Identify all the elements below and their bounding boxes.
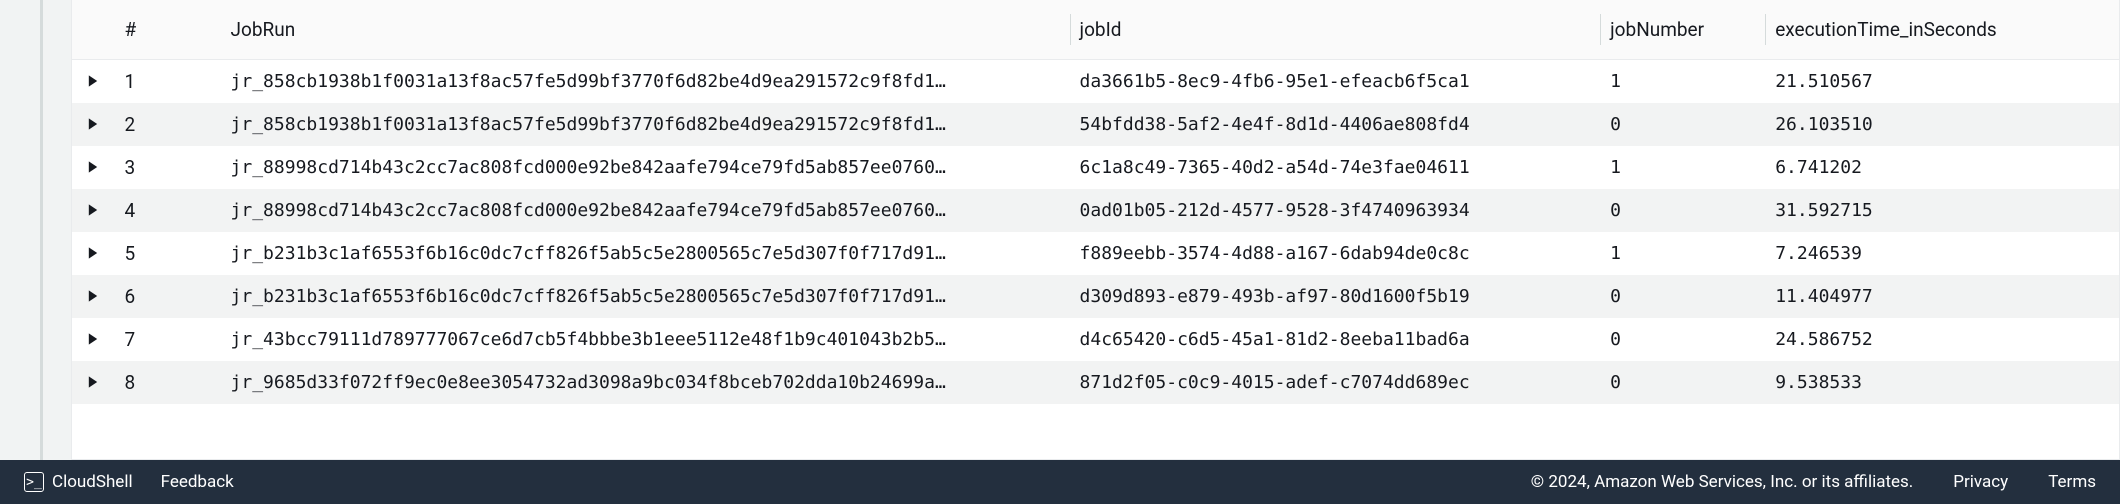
table-row: 2jr_858cb1938b1f0031a13f8ac57fe5d99bf377… — [72, 103, 2119, 146]
cell-jobrun: jr_88998cd714b43c2cc7ac808fcd000e92be842… — [221, 189, 1070, 232]
expand-row-icon[interactable] — [72, 189, 114, 232]
cell-jobnumber: 1 — [1600, 60, 1765, 104]
expand-row-icon[interactable] — [72, 60, 114, 104]
cell-jobid: d309d893-e879-493b-af97-80d1600f5b19 — [1070, 275, 1601, 318]
cloudshell-link[interactable]: >_ CloudShell — [24, 472, 133, 492]
col-jobnumber[interactable]: jobNumber — [1600, 0, 1765, 60]
col-jobrun[interactable]: JobRun — [221, 0, 1070, 60]
cell-jobnumber: 1 — [1600, 232, 1765, 275]
expand-row-icon[interactable] — [72, 146, 114, 189]
cell-exectime: 26.103510 — [1765, 103, 2119, 146]
cell-index: 6 — [114, 275, 220, 318]
expand-row-icon[interactable] — [72, 318, 114, 361]
table-row: 7jr_43bcc79111d789777067ce6d7cb5f4bbbe3b… — [72, 318, 2119, 361]
expand-row-icon[interactable] — [72, 275, 114, 318]
cloudshell-label: CloudShell — [52, 472, 133, 492]
cell-index: 3 — [114, 146, 220, 189]
expand-row-icon[interactable] — [72, 361, 114, 404]
cell-jobid: f889eebb-3574-4d88-a167-6dab94de0c8c — [1070, 232, 1601, 275]
cell-jobid: 0ad01b05-212d-4577-9528-3f4740963934 — [1070, 189, 1601, 232]
cell-exectime: 24.586752 — [1765, 318, 2119, 361]
cell-jobrun: jr_88998cd714b43c2cc7ac808fcd000e92be842… — [221, 146, 1070, 189]
cell-index: 7 — [114, 318, 220, 361]
cell-exectime: 21.510567 — [1765, 60, 2119, 104]
cell-index: 5 — [114, 232, 220, 275]
table-scroll[interactable]: # JobRun jobId jobNumber executionTime_i… — [72, 0, 2119, 404]
cell-index: 8 — [114, 361, 220, 404]
cell-index: 2 — [114, 103, 220, 146]
left-rule — [40, 0, 43, 460]
console-footer: >_ CloudShell Feedback © 2024, Amazon We… — [0, 460, 2120, 504]
table-row: 5jr_b231b3c1af6553f6b16c0dc7cff826f5ab5c… — [72, 232, 2119, 275]
col-expand — [72, 0, 114, 60]
table-row: 1jr_858cb1938b1f0031a13f8ac57fe5d99bf377… — [72, 60, 2119, 104]
cell-jobnumber: 0 — [1600, 275, 1765, 318]
cell-index: 4 — [114, 189, 220, 232]
cell-exectime: 11.404977 — [1765, 275, 2119, 318]
col-index[interactable]: # — [114, 0, 220, 60]
feedback-link[interactable]: Feedback — [161, 472, 234, 492]
cell-exectime: 7.246539 — [1765, 232, 2119, 275]
privacy-link[interactable]: Privacy — [1953, 472, 2008, 492]
cell-jobrun: jr_858cb1938b1f0031a13f8ac57fe5d99bf3770… — [221, 60, 1070, 104]
results-panel: # JobRun jobId jobNumber executionTime_i… — [71, 0, 2120, 460]
cloudshell-icon: >_ — [24, 472, 44, 492]
cell-jobnumber: 0 — [1600, 103, 1765, 146]
cell-exectime: 9.538533 — [1765, 361, 2119, 404]
col-exectime[interactable]: executionTime_inSeconds — [1765, 0, 2119, 60]
cell-jobid: da3661b5-8ec9-4fb6-95e1-efeacb6f5ca1 — [1070, 60, 1601, 104]
cell-jobnumber: 0 — [1600, 189, 1765, 232]
table-row: 4jr_88998cd714b43c2cc7ac808fcd000e92be84… — [72, 189, 2119, 232]
results-table: # JobRun jobId jobNumber executionTime_i… — [72, 0, 2119, 404]
cell-jobrun: jr_b231b3c1af6553f6b16c0dc7cff826f5ab5c5… — [221, 232, 1070, 275]
cell-index: 1 — [114, 60, 220, 104]
copyright-text: © 2024, Amazon Web Services, Inc. or its… — [1531, 472, 1914, 492]
cell-exectime: 6.741202 — [1765, 146, 2119, 189]
cell-jobnumber: 1 — [1600, 146, 1765, 189]
table-row: 8jr_9685d33f072ff9ec0e8ee3054732ad3098a9… — [72, 361, 2119, 404]
table-row: 6jr_b231b3c1af6553f6b16c0dc7cff826f5ab5c… — [72, 275, 2119, 318]
cell-jobrun: jr_858cb1938b1f0031a13f8ac57fe5d99bf3770… — [221, 103, 1070, 146]
cell-exectime: 31.592715 — [1765, 189, 2119, 232]
terms-link[interactable]: Terms — [2048, 472, 2096, 492]
col-jobid[interactable]: jobId — [1070, 0, 1601, 60]
table-row: 3jr_88998cd714b43c2cc7ac808fcd000e92be84… — [72, 146, 2119, 189]
cell-jobid: 54bfdd38-5af2-4e4f-8d1d-4406ae808fd4 — [1070, 103, 1601, 146]
cell-jobnumber: 0 — [1600, 318, 1765, 361]
cell-jobrun: jr_b231b3c1af6553f6b16c0dc7cff826f5ab5c5… — [221, 275, 1070, 318]
cell-jobrun: jr_43bcc79111d789777067ce6d7cb5f4bbbe3b1… — [221, 318, 1070, 361]
cell-jobid: 6c1a8c49-7365-40d2-a54d-74e3fae04611 — [1070, 146, 1601, 189]
cell-jobnumber: 0 — [1600, 361, 1765, 404]
cell-jobid: d4c65420-c6d5-45a1-81d2-8eeba11bad6a — [1070, 318, 1601, 361]
expand-row-icon[interactable] — [72, 103, 114, 146]
cell-jobid: 871d2f05-c0c9-4015-adef-c7074dd689ec — [1070, 361, 1601, 404]
cell-jobrun: jr_9685d33f072ff9ec0e8ee3054732ad3098a9b… — [221, 361, 1070, 404]
expand-row-icon[interactable] — [72, 232, 114, 275]
